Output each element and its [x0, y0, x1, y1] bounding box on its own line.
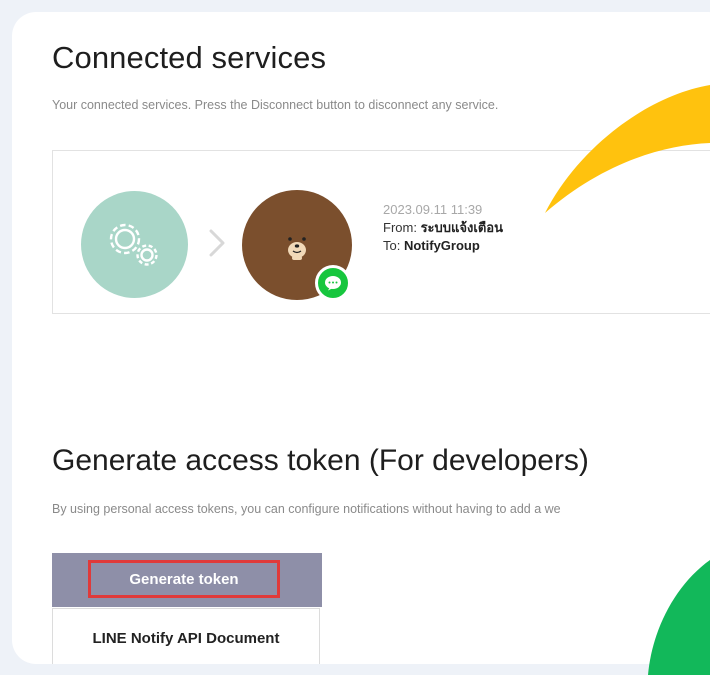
connected-services-title: Connected services [52, 40, 327, 75]
service-meta: 2023.09.11 11:39 From: ระบบแจ้งเตือน To:… [383, 201, 503, 255]
green-shape-decoration [648, 560, 710, 675]
from-value: ระบบแจ้งเตือน [420, 220, 503, 235]
gears-icon [81, 191, 188, 298]
api-document-button[interactable]: LINE Notify API Document [52, 608, 320, 664]
generate-token-bar[interactable]: Generate token [52, 553, 322, 607]
to-value: NotifyGroup [403, 238, 480, 253]
chevron-right-icon [209, 229, 225, 257]
connected-services-description: Your connected services. Press the Disco… [52, 98, 499, 112]
generate-token-button[interactable]: Generate token [88, 560, 280, 598]
service-to: To: NotifyGroup [383, 237, 503, 255]
yellow-swoosh-decoration [545, 85, 710, 213]
generate-token-title: Generate access token (For developers) [52, 444, 589, 477]
from-label: From: [383, 220, 421, 235]
line-chat-icon [315, 265, 351, 301]
service-date: 2023.09.11 11:39 [383, 202, 483, 217]
generate-token-description: By using personal access tokens, you can… [52, 502, 561, 516]
service-from: From: ระบบแจ้งเตือน [383, 219, 503, 237]
to-label: To: [383, 238, 404, 253]
